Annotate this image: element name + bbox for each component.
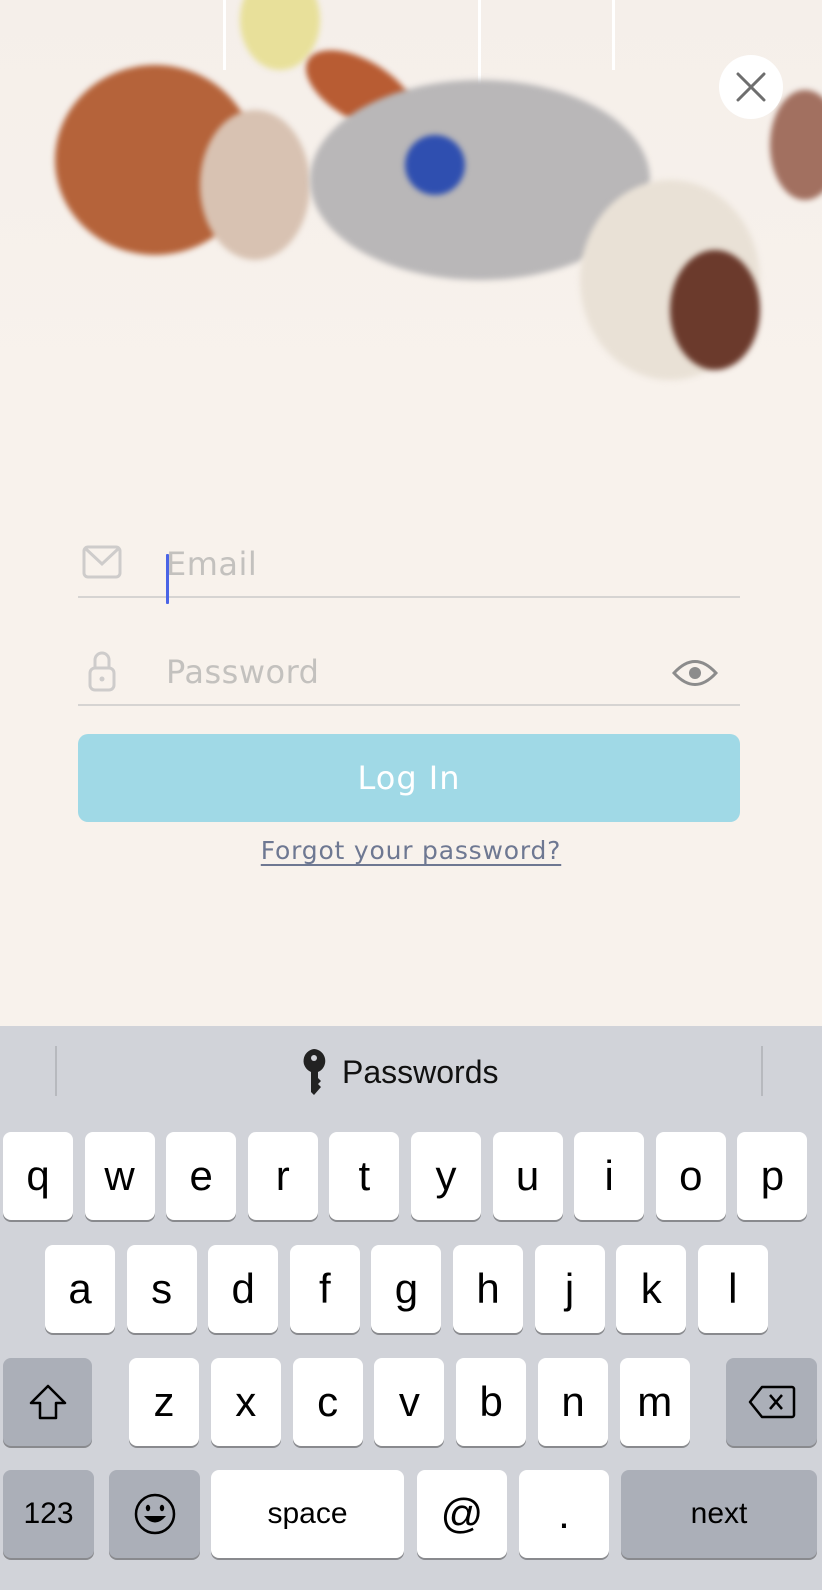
suggestion-divider	[55, 1046, 57, 1096]
mobile-string	[612, 0, 615, 70]
eye-icon[interactable]	[672, 658, 718, 688]
emoji-icon	[134, 1493, 175, 1535]
lock-icon	[88, 651, 116, 692]
key-l[interactable]: l	[697, 1245, 768, 1333]
close-button[interactable]	[719, 55, 783, 119]
key-k[interactable]: k	[616, 1245, 687, 1333]
keyboard-suggestion-bar: Passwords	[0, 1026, 822, 1118]
key-n[interactable]: n	[538, 1358, 608, 1446]
key-v[interactable]: v	[374, 1358, 445, 1446]
key-x[interactable]: x	[210, 1358, 281, 1446]
next-key[interactable]: next	[621, 1470, 817, 1558]
key-d[interactable]: d	[208, 1245, 279, 1333]
dog-ear	[670, 250, 760, 370]
forgot-password-container: Forgot your password?	[0, 836, 822, 865]
key-a[interactable]: a	[45, 1245, 115, 1333]
key-t[interactable]: t	[329, 1132, 400, 1220]
login-button[interactable]: Log In	[78, 734, 740, 822]
key-c[interactable]: c	[292, 1358, 363, 1446]
email-field-row	[78, 528, 740, 604]
dot-key[interactable]: .	[519, 1470, 609, 1558]
key-b[interactable]: b	[456, 1358, 527, 1446]
forgot-password-link[interactable]: Forgot your password?	[261, 836, 561, 865]
email-input[interactable]	[166, 540, 666, 588]
key-i[interactable]: i	[574, 1132, 645, 1220]
mobile-string	[223, 0, 226, 70]
numbers-key[interactable]: 123	[3, 1470, 94, 1558]
password-field-row	[78, 636, 740, 706]
at-key[interactable]: @	[417, 1470, 507, 1558]
elephant-bow	[405, 135, 465, 195]
hero-image	[0, 0, 822, 420]
key-g[interactable]: g	[371, 1245, 442, 1333]
envelope-icon	[82, 545, 122, 579]
suggestion-divider	[761, 1046, 763, 1096]
passwords-suggestion[interactable]: Passwords	[300, 1046, 499, 1098]
passwords-label: Passwords	[342, 1053, 499, 1090]
lion-body	[200, 110, 310, 260]
key-p[interactable]: p	[737, 1132, 808, 1220]
shift-key[interactable]	[3, 1358, 92, 1446]
key-u[interactable]: u	[492, 1132, 563, 1220]
close-icon	[736, 72, 766, 102]
key-y[interactable]: y	[411, 1132, 481, 1220]
key-o[interactable]: o	[655, 1132, 726, 1220]
delete-key[interactable]	[726, 1358, 817, 1446]
key-s[interactable]: s	[126, 1245, 197, 1333]
emoji-key[interactable]	[109, 1470, 200, 1558]
key-z[interactable]: z	[129, 1358, 199, 1446]
key-q[interactable]: q	[3, 1132, 73, 1220]
key-e[interactable]: e	[166, 1132, 237, 1220]
key-icon	[303, 1049, 326, 1095]
key-w[interactable]: w	[84, 1132, 155, 1220]
keyboard: Passwords qwertyuiop asdfghjkl zxcvbnm 1…	[0, 1026, 822, 1590]
shift-icon	[29, 1384, 66, 1420]
delete-icon	[748, 1385, 795, 1419]
space-key[interactable]: space	[211, 1470, 404, 1558]
password-input[interactable]	[166, 648, 666, 696]
key-r[interactable]: r	[247, 1132, 318, 1220]
key-h[interactable]: h	[453, 1245, 523, 1333]
key-j[interactable]: j	[534, 1245, 605, 1333]
key-m[interactable]: m	[619, 1358, 690, 1446]
key-f[interactable]: f	[289, 1245, 360, 1333]
plush-edge	[770, 90, 822, 200]
